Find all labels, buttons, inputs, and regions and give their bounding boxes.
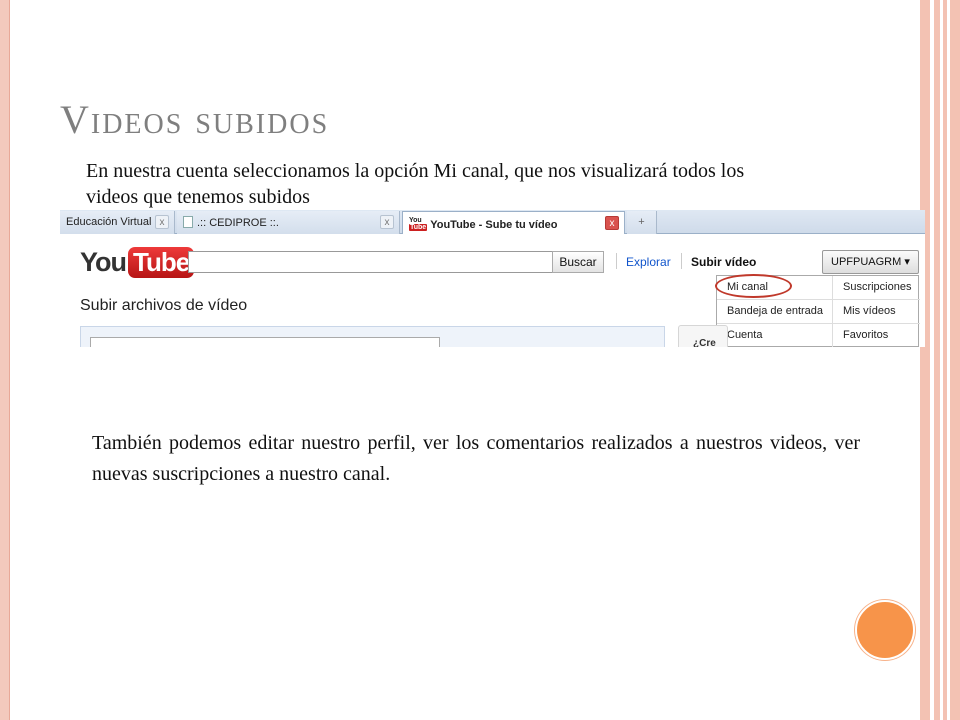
tab-label: .:: CEDIPROE ::. [197, 217, 279, 229]
close-icon[interactable]: x [380, 215, 394, 229]
body-text: También podemos editar nuestro perfil, v… [92, 432, 860, 485]
youtube-favicon-icon: You Tube [409, 217, 428, 231]
upload-video-link[interactable]: Subir vídeo [691, 255, 756, 269]
nav-divider [616, 253, 617, 269]
menu-item-suscripciones[interactable]: Suscripciones [833, 276, 911, 299]
tab-cediproe[interactable]: .:: CEDIPROE ::. x [177, 211, 400, 234]
side-info-box: ¿Cre [678, 325, 728, 347]
intro-text: En nuestra cuenta seleccionamos la opció… [86, 160, 745, 208]
decorative-orange-circle [855, 600, 915, 660]
tab-label: YouTube - Sube tu vídeo [430, 219, 558, 231]
browser-tab-bar: Educación Virtual x .:: CEDIPROE ::. x Y… [60, 210, 925, 234]
slide-title: Videos subidos [60, 97, 330, 142]
tab-label: Educación Virtual [66, 216, 152, 228]
upload-heading: Subir archivos de vídeo [80, 297, 248, 314]
tab-educacion-virtual[interactable]: Educación Virtual x [60, 211, 175, 234]
search-button[interactable]: Buscar [552, 251, 604, 273]
close-icon[interactable]: x [155, 215, 169, 229]
menu-item-mis-videos[interactable]: Mis vídeos [833, 300, 896, 323]
youtube-screenshot: Educación Virtual x .:: CEDIPROE ::. x Y… [60, 210, 925, 347]
page-icon [183, 216, 193, 228]
left-frame-border [0, 0, 10, 720]
right-frame-stripes [918, 0, 960, 720]
file-input[interactable] [90, 337, 440, 347]
highlight-circle-annotation [715, 274, 792, 298]
logo-you: You [80, 246, 127, 277]
close-icon[interactable]: x [605, 216, 619, 230]
youtube-logo[interactable]: You Tube [80, 244, 195, 280]
search-input[interactable] [188, 251, 553, 273]
explore-link[interactable]: Explorar [626, 255, 671, 269]
tab-youtube[interactable]: You Tube YouTube - Sube tu vídeo x [402, 211, 625, 234]
logo-tube: Tube [128, 246, 195, 278]
menu-item-bandeja-de-entrada[interactable]: Bandeja de entrada [717, 300, 823, 323]
user-menu-button[interactable]: UPFPUAGRM ▾ [822, 250, 919, 274]
nav-divider [681, 253, 682, 269]
new-tab-button[interactable]: + [627, 211, 657, 234]
menu-item-favoritos[interactable]: Favoritos [833, 324, 888, 347]
